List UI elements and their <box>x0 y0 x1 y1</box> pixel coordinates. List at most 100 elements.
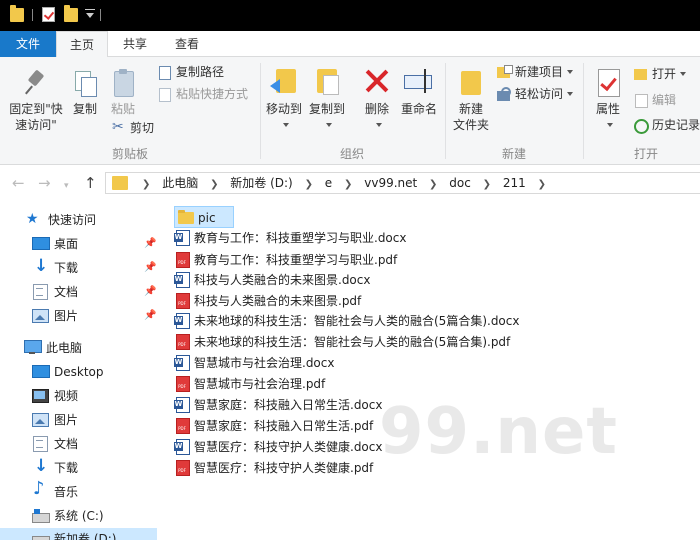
cut-button[interactable]: 剪切 <box>112 118 155 137</box>
paste-icon <box>111 69 135 97</box>
sidebar-item-drive-c[interactable]: 系统 (C:) <box>32 505 104 527</box>
desktop-icon <box>32 364 50 378</box>
breadcrumb-211[interactable]: 211 <box>503 176 526 190</box>
chevron-right-icon[interactable]: ❯ <box>483 179 491 190</box>
tab-home[interactable]: 主页 <box>56 31 108 58</box>
sidebar-item-quick-access[interactable]: 快速访问 <box>26 208 97 231</box>
breadcrumb-e[interactable]: e <box>325 176 332 190</box>
back-arrow-icon[interactable]: ← <box>12 174 25 192</box>
pin-quick-access-button[interactable]: 固定到"快 速访问" <box>4 69 68 133</box>
new-folder-button[interactable]: 新建 文件夹 <box>450 67 492 133</box>
tab-view[interactable]: 查看 <box>162 31 212 57</box>
properties-button[interactable]: 属性 <box>588 67 628 133</box>
file-item[interactable]: 智慧城市与社会治理.pdf <box>174 373 325 395</box>
new-item-button[interactable]: 新建项目 <box>497 63 574 81</box>
paste-button[interactable]: 粘贴 <box>106 69 140 117</box>
file-item[interactable]: 未来地球的科技生活：智能社会与人类的融合(5篇合集).docx <box>174 310 519 332</box>
sidebar-item-desktop[interactable]: 桌面 <box>32 233 78 255</box>
chevron-right-icon[interactable]: ❯ <box>142 179 150 190</box>
folder-icon[interactable] <box>10 5 24 22</box>
recent-locations-chevron-icon[interactable]: ▾ <box>64 177 69 195</box>
sidebar-item-label: 快速访问 <box>48 213 97 227</box>
cut-label: 剪切 <box>130 121 155 135</box>
sidebar-item-pc-pictures[interactable]: 图片 <box>32 409 78 431</box>
pdf-file-icon <box>174 459 190 476</box>
pdf-file-icon <box>174 333 190 350</box>
sidebar-item-pc-desktop[interactable]: Desktop <box>32 361 104 383</box>
sidebar-item-pictures[interactable]: 图片 <box>32 305 78 327</box>
sidebar-item-drive-d[interactable]: 新加卷 (D:) <box>0 528 157 540</box>
tab-file[interactable]: 文件 <box>0 31 56 57</box>
copy-to-button[interactable]: 复制到 <box>306 67 348 133</box>
properties-check-icon[interactable] <box>42 7 55 22</box>
sidebar-item-downloads[interactable]: 下载 <box>32 255 78 279</box>
easy-access-label: 轻松访问 <box>515 87 564 101</box>
sidebar-item-this-pc[interactable]: 此电脑 <box>24 337 82 359</box>
breadcrumb-this-pc[interactable]: 此电脑 <box>162 176 198 190</box>
open-button[interactable]: 打开 <box>634 65 687 83</box>
up-arrow-icon[interactable]: ↑ <box>84 174 97 192</box>
copy-icon <box>73 69 97 97</box>
sidebar-item-label: 下载 <box>54 461 79 475</box>
breadcrumb-vv99[interactable]: vv99.net <box>364 176 417 190</box>
sidebar-item-documents[interactable]: 文档 <box>32 281 78 303</box>
easy-access-icon <box>497 87 511 101</box>
pin-icon <box>24 69 48 97</box>
file-item[interactable]: 智慧家庭：科技融入日常生活.docx <box>174 394 382 416</box>
file-list: pic 教育与工作：科技重塑学习与职业.docx 教育与工作：科技重塑学习与职业… <box>157 201 700 540</box>
chevron-right-icon[interactable]: ❯ <box>210 179 218 190</box>
sidebar-item-videos[interactable]: 视频 <box>32 385 78 407</box>
pin-icon: 📌 <box>144 238 157 249</box>
chevron-down-icon <box>680 72 687 76</box>
forward-arrow-icon[interactable]: → <box>38 174 51 192</box>
move-to-label: 移动到 <box>265 102 302 116</box>
address-bar[interactable]: ❯ 此电脑 ❯ 新加卷 (D:) ❯ e ❯ vv99.net ❯ doc ❯ … <box>105 172 700 194</box>
file-item[interactable]: 教育与工作：科技重塑学习与职业.pdf <box>174 249 397 271</box>
new-folder-icon[interactable] <box>64 5 78 22</box>
file-item[interactable]: 科技与人类融合的未来图景.docx <box>174 269 370 291</box>
customize-toolbar-chevron-icon[interactable] <box>85 9 95 18</box>
file-name: 未来地球的科技生活：智能社会与人类的融合(5篇合集).docx <box>194 314 520 328</box>
copy-button[interactable]: 复制 <box>68 69 102 117</box>
file-item[interactable]: 智慧医疗：科技守护人类健康.docx <box>174 436 382 458</box>
history-button[interactable]: 历史记录 <box>634 116 700 134</box>
sidebar-item-music[interactable]: 音乐 <box>32 478 78 503</box>
delete-button[interactable]: 删除 <box>359 67 395 133</box>
chevron-right-icon[interactable]: ❯ <box>538 179 546 190</box>
word-document-icon <box>174 438 190 455</box>
breadcrumb-doc[interactable]: doc <box>449 176 471 190</box>
sidebar-item-pc-downloads[interactable]: 下载 <box>32 455 79 479</box>
breadcrumb-drive-d[interactable]: 新加卷 (D:) <box>230 176 292 190</box>
move-to-icon <box>270 67 298 97</box>
chevron-right-icon[interactable]: ❯ <box>305 179 313 190</box>
navigation-bar: ← → ▾ ↑ ❯ 此电脑 ❯ 新加卷 (D:) ❯ e ❯ vv99.net … <box>0 165 700 201</box>
file-name: 智慧家庭：科技融入日常生活.docx <box>194 398 383 412</box>
copy-path-button[interactable]: 复制路径 <box>158 63 224 81</box>
sidebar-item-pc-documents[interactable]: 文档 <box>32 433 78 455</box>
word-document-icon <box>174 354 190 371</box>
chevron-down-icon <box>326 123 332 127</box>
file-item[interactable]: 未来地球的科技生活：智能社会与人类的融合(5篇合集).pdf <box>174 331 510 353</box>
chevron-right-icon[interactable]: ❯ <box>429 179 437 190</box>
toolbar-separator <box>32 9 33 21</box>
easy-access-button[interactable]: 轻松访问 <box>497 85 574 103</box>
file-item[interactable]: 科技与人类融合的未来图景.pdf <box>174 290 361 312</box>
ribbon-tabs: 文件 主页 共享 查看 <box>0 31 700 58</box>
file-item[interactable]: 智慧家庭：科技融入日常生活.pdf <box>174 415 373 437</box>
rename-button[interactable]: 重命名 <box>398 67 440 117</box>
paste-shortcut-button[interactable]: 粘贴快捷方式 <box>158 85 248 103</box>
open-icon <box>634 67 648 81</box>
toolbar-separator <box>100 9 101 21</box>
move-to-button[interactable]: 移动到 <box>263 67 305 133</box>
new-folder-label-line1: 新建 <box>458 102 483 116</box>
sidebar-item-label: 新加卷 (D:) <box>54 532 117 540</box>
pdf-file-icon <box>174 292 190 309</box>
file-item[interactable]: 智慧城市与社会治理.docx <box>174 352 334 374</box>
file-name: 教育与工作：科技重塑学习与职业.pdf <box>194 253 398 267</box>
file-item[interactable]: 智慧医疗：科技守护人类健康.pdf <box>174 457 373 479</box>
file-item-pic-folder[interactable]: pic <box>174 206 234 228</box>
file-item[interactable]: 教育与工作：科技重塑学习与职业.docx <box>174 227 406 249</box>
chevron-right-icon[interactable]: ❯ <box>344 179 352 190</box>
tab-share[interactable]: 共享 <box>110 31 160 57</box>
edit-button[interactable]: 编辑 <box>634 91 676 109</box>
